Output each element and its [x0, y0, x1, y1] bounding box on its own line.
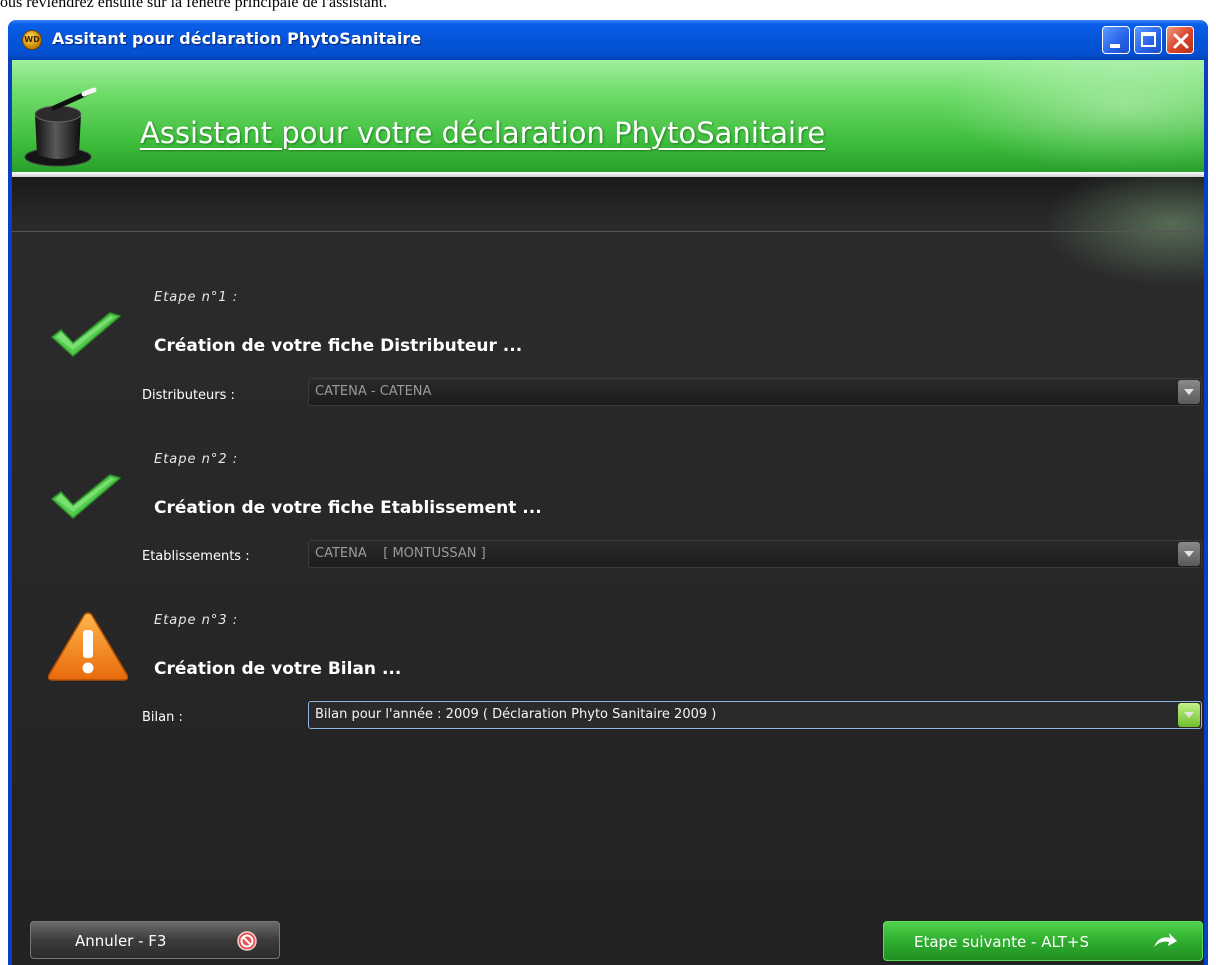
- distributeurs-select[interactable]: CATENA - CATENA: [308, 378, 1202, 406]
- maximize-button[interactable]: [1134, 26, 1162, 54]
- select-value: CATENA [ MONTUSSAN ]: [315, 546, 486, 561]
- cancel-icon: [237, 931, 257, 951]
- wizard-content: Assistant pour votre déclaration PhytoSa…: [12, 60, 1204, 965]
- check-icon: [51, 312, 121, 357]
- select-value: Bilan pour l'année : 2009 ( Déclaration …: [315, 707, 717, 722]
- wizard-title: Assistant pour votre déclaration PhytoSa…: [140, 116, 826, 150]
- document-caption: ous reviendrez ensuite sur la fenêtre pr…: [0, 0, 388, 11]
- cancel-button-label: Annuler - F3: [75, 932, 167, 950]
- step-label: Etape n°3 :: [154, 613, 239, 628]
- magic-hat-icon: [24, 87, 97, 167]
- chevron-down-icon[interactable]: [1178, 703, 1200, 727]
- distributeurs-label: Distributeurs :: [142, 388, 235, 403]
- title-bar[interactable]: WD Assitant pour déclaration PhytoSanita…: [8, 20, 1208, 60]
- separator: [12, 231, 1204, 232]
- etablissements-label: Etablissements :: [142, 549, 250, 564]
- step-title: Création de votre Bilan ...: [154, 659, 402, 679]
- check-icon: [51, 474, 121, 519]
- maximize-icon: [1141, 32, 1156, 47]
- step-title: Création de votre fiche Distributeur ...: [154, 336, 523, 356]
- close-icon: [1173, 33, 1189, 49]
- chevron-down-icon[interactable]: [1178, 542, 1200, 566]
- minimize-icon: [1110, 44, 1120, 48]
- minimize-button[interactable]: [1102, 26, 1130, 54]
- wizard-window: WD Assitant pour déclaration PhytoSanita…: [8, 20, 1208, 965]
- app-icon: WD: [22, 30, 42, 50]
- etablissements-select[interactable]: CATENA [ MONTUSSAN ]: [308, 540, 1202, 568]
- select-value: CATENA - CATENA: [315, 384, 432, 399]
- warning-icon: [47, 612, 129, 681]
- chevron-down-icon[interactable]: [1178, 380, 1200, 404]
- bilan-select[interactable]: Bilan pour l'année : 2009 ( Déclaration …: [308, 701, 1202, 729]
- step-title: Création de votre fiche Etablissement ..…: [154, 498, 542, 518]
- header-shade: [12, 177, 1204, 231]
- cancel-button[interactable]: Annuler - F3: [30, 921, 280, 959]
- step-label: Etape n°1 :: [154, 290, 239, 305]
- step-label: Etape n°2 :: [154, 452, 239, 467]
- header-glow: [1032, 170, 1204, 290]
- bilan-label: Bilan :: [142, 710, 183, 725]
- arrow-right-icon: [1154, 933, 1177, 947]
- window-title: Assitant pour déclaration PhytoSanitaire: [52, 29, 422, 48]
- next-step-button[interactable]: Etape suivante - ALT+S: [883, 921, 1203, 961]
- close-button[interactable]: [1166, 26, 1194, 54]
- next-step-button-label: Etape suivante - ALT+S: [914, 933, 1089, 951]
